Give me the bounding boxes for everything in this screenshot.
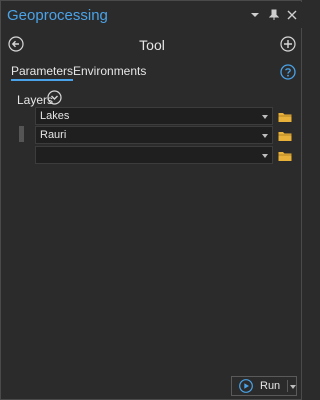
pin-icon[interactable] [268, 9, 280, 21]
run-label: Run [260, 380, 281, 392]
chevron-down-icon[interactable] [47, 90, 62, 105]
folder-icon[interactable] [278, 110, 292, 122]
tool-title: Tool [139, 37, 165, 53]
tab-parameters[interactable]: Parameters [11, 64, 74, 81]
pane-title: Geoprocessing [7, 7, 108, 24]
folder-icon[interactable] [278, 129, 292, 141]
layer-value: Rauri [40, 129, 67, 141]
geoprocessing-pane: Geoprocessing Tool Parameters Environmen… [0, 0, 302, 400]
help-icon[interactable] [280, 64, 296, 80]
run-button[interactable]: Run [231, 376, 297, 396]
tab-environments[interactable]: Environments [73, 64, 146, 78]
divider [287, 380, 288, 392]
pane-titlebar: Geoprocessing [2, 2, 302, 28]
close-icon[interactable] [286, 9, 298, 21]
row-drag-handle[interactable] [19, 126, 24, 142]
dropdown-arrow-icon[interactable] [262, 154, 268, 158]
play-icon [239, 379, 253, 393]
folder-icon[interactable] [278, 149, 292, 161]
layer-value: Lakes [40, 110, 70, 122]
add-icon[interactable] [280, 36, 296, 52]
chevron-down-icon[interactable] [249, 9, 261, 21]
layer-dropdown[interactable]: Rauri [35, 126, 273, 144]
layer-dropdown[interactable]: Lakes [35, 107, 273, 125]
chevron-down-icon[interactable] [290, 385, 296, 389]
layer-dropdown[interactable] [35, 146, 273, 164]
dropdown-arrow-icon[interactable] [262, 134, 268, 138]
dropdown-arrow-icon[interactable] [262, 115, 268, 119]
